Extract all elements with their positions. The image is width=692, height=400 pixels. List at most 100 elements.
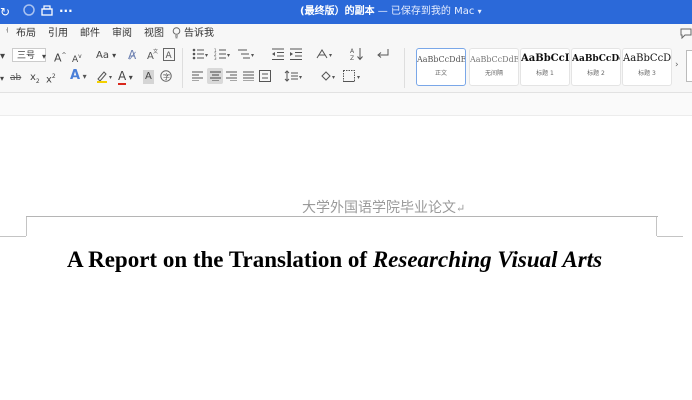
menu-item-view[interactable]: 视图 (144, 27, 164, 41)
line-spacing-icon[interactable]: ▾ (284, 70, 306, 82)
style-heading-2[interactable]: AaBbCcDc 标题 2 (571, 48, 621, 86)
title-italic-text: Researching Visual Arts (372, 247, 603, 272)
page-header[interactable]: 大学外国语学院毕业论文↵ (302, 197, 465, 217)
text-effects-button[interactable]: A ▾ (70, 69, 87, 84)
svg-text:▾: ▾ (205, 52, 208, 59)
distributed-icon[interactable] (259, 70, 271, 82)
paragraph-mark-icon: ↵ (456, 202, 466, 215)
menu-item-layout[interactable]: 布局 (16, 27, 36, 41)
title-bar: ↻ ··· (最终版）的副本 — 已保存到我的 Mac ▾ (0, 0, 692, 24)
style-normal[interactable]: AaBbCcDdEe 正文 (416, 48, 466, 86)
change-case-label: Aa (96, 50, 109, 61)
lightbulb-icon (172, 27, 181, 39)
tell-me-search[interactable]: 告诉我 (184, 27, 214, 41)
align-center-button[interactable] (207, 68, 223, 84)
menu-item-review[interactable]: 审阅 (112, 27, 132, 41)
character-shading-button[interactable]: A (143, 70, 154, 84)
strikethrough-button[interactable]: ab (10, 71, 21, 85)
menu-item-mailings[interactable]: 邮件 (80, 27, 100, 41)
show-formatting-marks-icon[interactable] (376, 47, 390, 61)
grow-font-button[interactable]: A^ (54, 49, 67, 66)
subscript-button[interactable]: x2 (30, 71, 40, 89)
separator (182, 48, 183, 88)
print-icon[interactable] (40, 4, 54, 18)
ruler-area (0, 93, 692, 116)
increase-indent-icon[interactable] (290, 48, 303, 60)
svg-text:▾: ▾ (332, 74, 335, 81)
margin-corner-left (0, 236, 26, 237)
svg-text:▾: ▾ (109, 74, 112, 81)
refresh-icon[interactable] (22, 3, 36, 17)
decrease-indent-icon[interactable] (272, 48, 285, 60)
ribbon-toolbar: ▾ 三号 ▾ A^ Av Aa ▾ A̷ A文 A ▾ 1 2 3 ▾ ▾ ▾ AZ … (0, 44, 692, 93)
character-shading-label: A (145, 71, 152, 82)
document-title[interactable]: A Report on the Translation of Researchi… (67, 247, 602, 273)
grow-font-label: A (54, 51, 62, 65)
shrink-font-button[interactable]: Av (72, 50, 82, 67)
chevron-right-icon[interactable]: › (675, 58, 679, 72)
enclose-characters-icon[interactable]: 字 (160, 70, 172, 82)
menu-overflow-icon[interactable]: ᅥ (0, 27, 9, 41)
more-icon[interactable]: ··· (59, 3, 73, 19)
style-normal-label: 正文 (434, 70, 447, 77)
align-right-icon[interactable] (226, 71, 237, 81)
svg-text:字: 字 (163, 72, 170, 81)
shading-icon[interactable]: ▾ (320, 70, 340, 82)
menu-item-references[interactable]: 引用 (48, 27, 68, 41)
style-no-spacing-label: 无间隔 (484, 70, 503, 77)
title-plain-text: A Report on the Translation of (67, 247, 373, 272)
redo-icon[interactable]: ↻ (0, 4, 10, 20)
chevron-down-icon[interactable]: ▾ (478, 7, 482, 16)
styles-gallery: AaBbCcDdEe 正文 AaBbCcDdEe 无间隔 AaBbCcI 标题 … (412, 46, 684, 88)
svg-text:文: 文 (153, 48, 158, 55)
bullets-icon[interactable]: ▾ (192, 48, 210, 60)
style-heading-1[interactable]: AaBbCcI 标题 1 (520, 48, 570, 86)
sort-icon[interactable]: AZ (350, 47, 364, 61)
font-size-field[interactable]: 三号 (12, 48, 46, 62)
svg-text:A: A (350, 48, 355, 55)
font-name-dropdown-icon[interactable]: ▾ (0, 50, 5, 64)
change-case-button[interactable]: Aa ▾ (96, 49, 116, 63)
window-title: (最终版）的副本 — 已保存到我的 Mac ▾ (300, 0, 530, 24)
font-color-button[interactable]: A ▾ (118, 69, 133, 85)
superscript-button[interactable]: x2 (46, 70, 56, 87)
multilevel-list-icon[interactable]: ▾ (238, 48, 256, 60)
chevron-down-icon[interactable]: ▾ (0, 72, 4, 86)
svg-text:▾: ▾ (329, 52, 332, 59)
phonetic-guide-icon[interactable]: A文 (146, 48, 158, 62)
clear-formatting-icon[interactable]: A̷ (128, 48, 136, 62)
svg-text:▾: ▾ (251, 52, 254, 59)
header-text: 大学外国语学院毕业论文 (302, 200, 456, 216)
style-normal-sample: AaBbCcDdEe (417, 55, 466, 64)
borders-icon[interactable]: ▾ (343, 70, 365, 82)
style-heading-3[interactable]: AaBbCcD 标题 3 (622, 48, 672, 86)
margin-corner-right (657, 236, 683, 237)
highlight-icon[interactable]: ▾ (96, 69, 116, 83)
style-heading-3-sample: AaBbCcD (623, 53, 672, 64)
styles-pane-button[interactable] (686, 50, 692, 82)
margin-corner-right-vertical (656, 216, 657, 236)
numbering-icon[interactable]: 1 2 3 ▾ (214, 48, 232, 60)
character-border-icon[interactable]: A (163, 48, 175, 61)
save-status: — 已保存到我的 Mac (374, 6, 475, 17)
document-name: (最终版）的副本 (300, 6, 375, 17)
asian-layout-icon[interactable]: ▾ (316, 48, 336, 60)
style-heading-1-label: 标题 1 (536, 70, 554, 77)
align-left-icon[interactable] (192, 71, 203, 81)
menu-bar: ᅥ 布局 引用 邮件 审阅 视图 告诉我 (0, 24, 692, 44)
svg-text:3: 3 (214, 56, 217, 60)
text-effects-label: A (70, 68, 81, 83)
separator (404, 48, 405, 88)
comment-icon[interactable] (680, 27, 692, 39)
font-size-chevron-icon[interactable]: ▾ (42, 50, 46, 64)
svg-text:▾: ▾ (227, 52, 230, 59)
font-size-value: 三号 (17, 51, 36, 61)
svg-text:▾: ▾ (357, 74, 360, 81)
svg-text:Z: Z (350, 55, 354, 61)
style-no-spacing-sample: AaBbCcDdEe (470, 55, 519, 64)
style-no-spacing[interactable]: AaBbCcDdEe 无间隔 (469, 48, 519, 86)
svg-text:▾: ▾ (299, 74, 302, 81)
margin-corner-left-vertical (26, 216, 27, 236)
style-heading-3-label: 标题 3 (638, 70, 656, 77)
justify-icon[interactable] (243, 71, 254, 81)
